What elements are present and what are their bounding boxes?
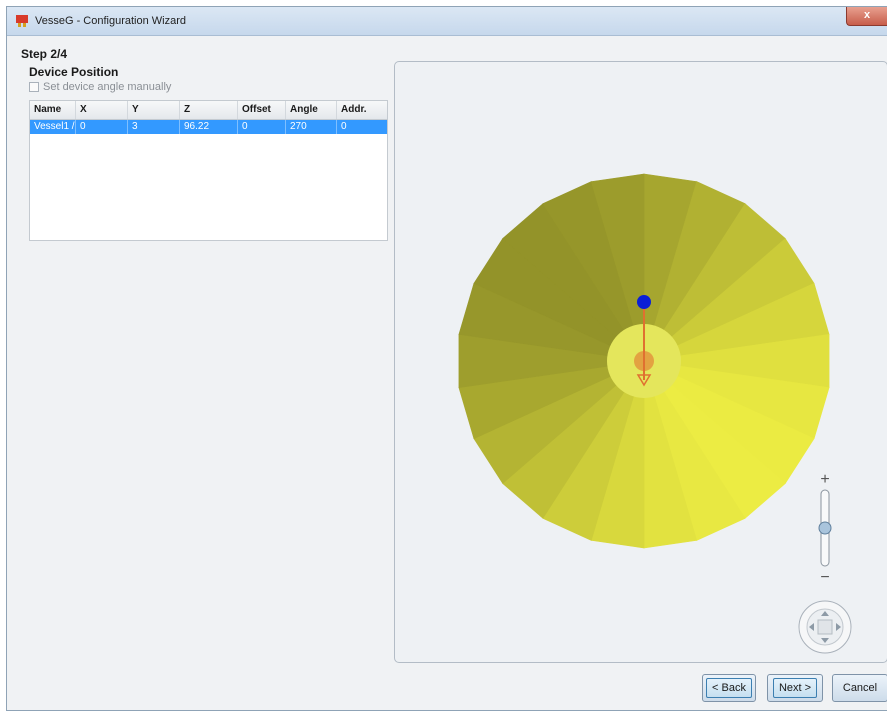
column-header-angle[interactable]: Angle bbox=[286, 101, 337, 119]
zoom-slider-thumb[interactable] bbox=[818, 521, 832, 535]
column-header-y[interactable]: Y bbox=[128, 101, 180, 119]
cell-addr[interactable]: 0 bbox=[337, 120, 387, 134]
window-title: VesseG - Configuration Wizard bbox=[35, 15, 187, 27]
manual-angle-checkbox[interactable] bbox=[29, 82, 39, 93]
3d-view-panel[interactable]: + − bbox=[394, 61, 887, 663]
zoom-in-icon[interactable]: + bbox=[820, 471, 829, 488]
table-header: Name X Y Z Offset Angle Addr. bbox=[30, 101, 387, 120]
next-button-label: Next > bbox=[772, 678, 818, 698]
back-button-label: < Back bbox=[706, 678, 752, 698]
column-header-offset[interactable]: Offset bbox=[238, 101, 286, 119]
next-button[interactable]: Next > bbox=[767, 674, 823, 702]
back-button[interactable]: < Back bbox=[702, 674, 756, 702]
pan-control-icon[interactable] bbox=[798, 600, 852, 654]
close-button[interactable]: x bbox=[846, 7, 887, 26]
zoom-control[interactable]: + − bbox=[818, 471, 832, 586]
cancel-button[interactable]: Cancel bbox=[832, 674, 887, 702]
step-label: Step 2/4 bbox=[21, 47, 68, 61]
section-title: Device Position bbox=[29, 65, 119, 79]
device-sensor-marker[interactable] bbox=[637, 295, 651, 309]
manual-angle-label: Set device angle manually bbox=[43, 81, 172, 94]
device-table[interactable]: Name X Y Z Offset Angle Addr. Vessel1 / … bbox=[29, 100, 388, 241]
cell-angle[interactable]: 270 bbox=[286, 120, 337, 134]
cell-y[interactable]: 3 bbox=[128, 120, 180, 134]
cancel-button-label: Cancel bbox=[842, 682, 878, 694]
column-header-x[interactable]: X bbox=[76, 101, 128, 119]
3d-view-canvas[interactable]: + − bbox=[395, 62, 887, 664]
cell-z[interactable]: 96.22 bbox=[180, 120, 238, 134]
cell-x[interactable]: 0 bbox=[76, 120, 128, 134]
table-row[interactable]: Vessel1 / 0 0 3 96.22 0 270 0 bbox=[30, 120, 387, 134]
manual-angle-row[interactable]: Set device angle manually bbox=[29, 81, 171, 95]
column-header-name[interactable]: Name bbox=[30, 101, 76, 119]
cell-offset[interactable]: 0 bbox=[238, 120, 286, 134]
zoom-out-icon[interactable]: − bbox=[820, 569, 829, 586]
column-header-z[interactable]: Z bbox=[180, 101, 238, 119]
title-bar[interactable]: VesseG - Configuration Wizard x bbox=[7, 7, 887, 36]
cell-name[interactable]: Vessel1 / 0 bbox=[30, 120, 76, 134]
app-icon bbox=[16, 15, 28, 27]
wizard-window: VesseG - Configuration Wizard x Step 2/4… bbox=[6, 6, 887, 711]
column-header-addr[interactable]: Addr. bbox=[337, 101, 387, 119]
